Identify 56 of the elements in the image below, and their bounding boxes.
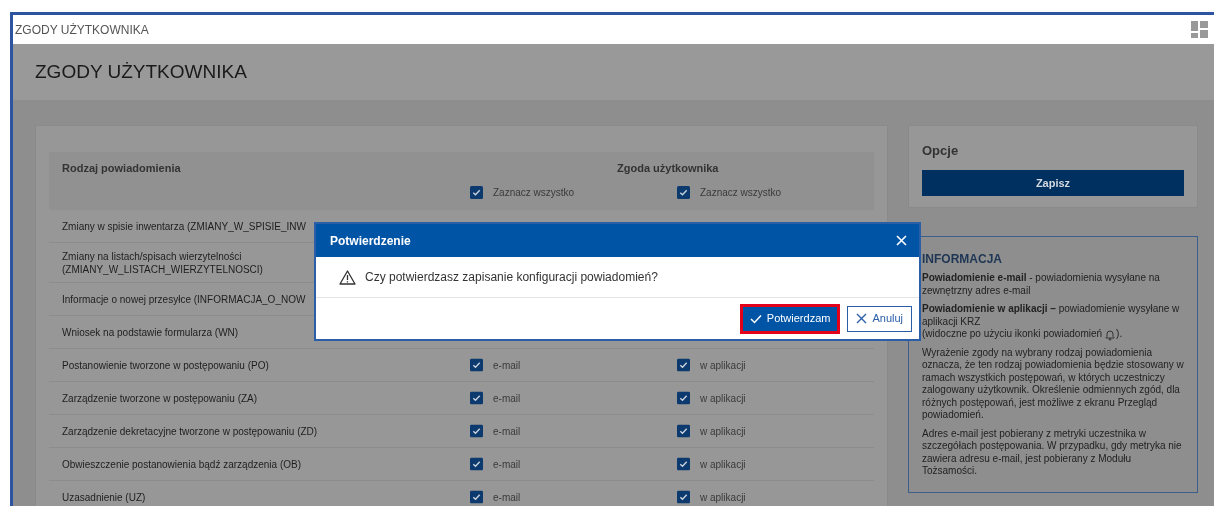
info-text: Powiadomienie e-mail - powiadomienia wysyłane na zewnętrzny adres e-mail [922,272,1161,298]
checkbox-label: w aplikacji [700,424,746,439]
checkbox[interactable] [677,490,690,504]
checkbox[interactable] [677,391,690,405]
window-title: ZGODY UŻYTKOWNIKA [15,21,149,39]
notification-type: Obwieszczenie postanowienia bądź zarządzenia (OB) [62,457,302,471]
dialog-message: Czy potwierdzasz zapisanie konfiguracji powiadomień? [365,269,658,286]
checkbox[interactable] [470,186,483,199]
column-header: Rodzaj powiadomienia [62,161,181,176]
info-text: (widoczne po użyciu ikonki powiadomień [922,328,1103,341]
checkbox[interactable] [470,424,483,438]
checkbox-label: w aplikacji [700,457,746,472]
bell-icon [1104,328,1117,341]
info-text: Wyrażenie zgody na wybrany rodzaj powiadomienia oznacza, że ten rodzaj powiadomienia będzie stosowany w ramach wszystkich postępowań, w których uczestniczy zalogowany użytkownik. Określenie odmiennych zgód, dla różnych postępowań, jest możliwe z ekranu Przegląd powiadomień. [922,346,1184,422]
layout-icon[interactable] [1191,21,1208,38]
checkbox[interactable] [677,358,690,372]
checkbox-label: Zaznacz wszystko [700,186,782,200]
check-icon [749,313,762,324]
notification-type: Postanowienie tworzone w postępowaniu (PO) [62,358,270,372]
notification-type: Zarządzenie dekretacyjne tworzone w postępowaniu (ZD) [62,424,319,438]
confirm-button[interactable]: Potwierdzam [742,306,838,331]
info-title: INFORMACJA [922,252,1003,266]
checkbox[interactable] [677,457,690,471]
warning-icon [339,269,356,285]
info-text: Adres e-mail jest pobierany z metryki uczestnika w szczegółach postępowania. W przypadku, gdy metryka nie zawiera adresu e-mail, jest pobierany z Modułu Tożsamości. [922,427,1183,478]
checkbox-label: e-mail [493,424,521,439]
cancel-button[interactable]: Anuluj [847,305,912,332]
notification-type: Zmiany w spisie inwentarza (ZMIANY_W_SPISIE_INW [62,219,307,233]
checkbox-label: e-mail [493,391,521,406]
checkbox[interactable] [470,490,483,504]
notification-type: Zarządzenie tworzone w postępowaniu (ZA) [62,391,259,405]
checkbox-label: Zaznacz wszystko [493,186,575,200]
dialog-title: Potwierdzenie [330,232,411,250]
checkbox-label: e-mail [493,490,521,505]
notification-type: Wniosek na podstawie formularza (WN) [62,325,240,339]
checkbox[interactable] [677,186,690,199]
page-title: ZGODY UŻYTKOWNIKA [35,59,247,84]
checkbox-label: e-mail [493,358,521,373]
checkbox-label: e-mail [493,457,521,472]
close-icon [856,313,868,324]
checkbox[interactable] [470,457,483,471]
checkbox-label: w aplikacji [700,490,746,505]
close-icon[interactable] [896,235,907,246]
notification-type: Informacje o nowej przesyłce (INFORMACJA_O_NOW [62,292,307,306]
checkbox[interactable] [677,424,690,438]
column-header: Zgoda użytkownika [617,161,719,176]
notification-type: Uzasadnienie (UZ) [62,490,147,504]
checkbox-label: w aplikacji [700,391,746,406]
info-text: Powiadomienie w aplikacji – powiadomienie wysyłane w aplikacji KRZ [922,303,1181,329]
info-text: ). [1116,328,1123,341]
save-button[interactable]: Zapisz [922,169,1184,196]
checkbox[interactable] [470,391,483,405]
checkbox[interactable] [470,358,483,372]
panel-title: Opcje [922,142,960,160]
notification-type: Zmiany na listach/spisach wierzytelności (ZMIANY_W_LISTACH_WIERZYTELNOSCI) [62,249,264,276]
checkbox-label: w aplikacji [700,358,746,373]
